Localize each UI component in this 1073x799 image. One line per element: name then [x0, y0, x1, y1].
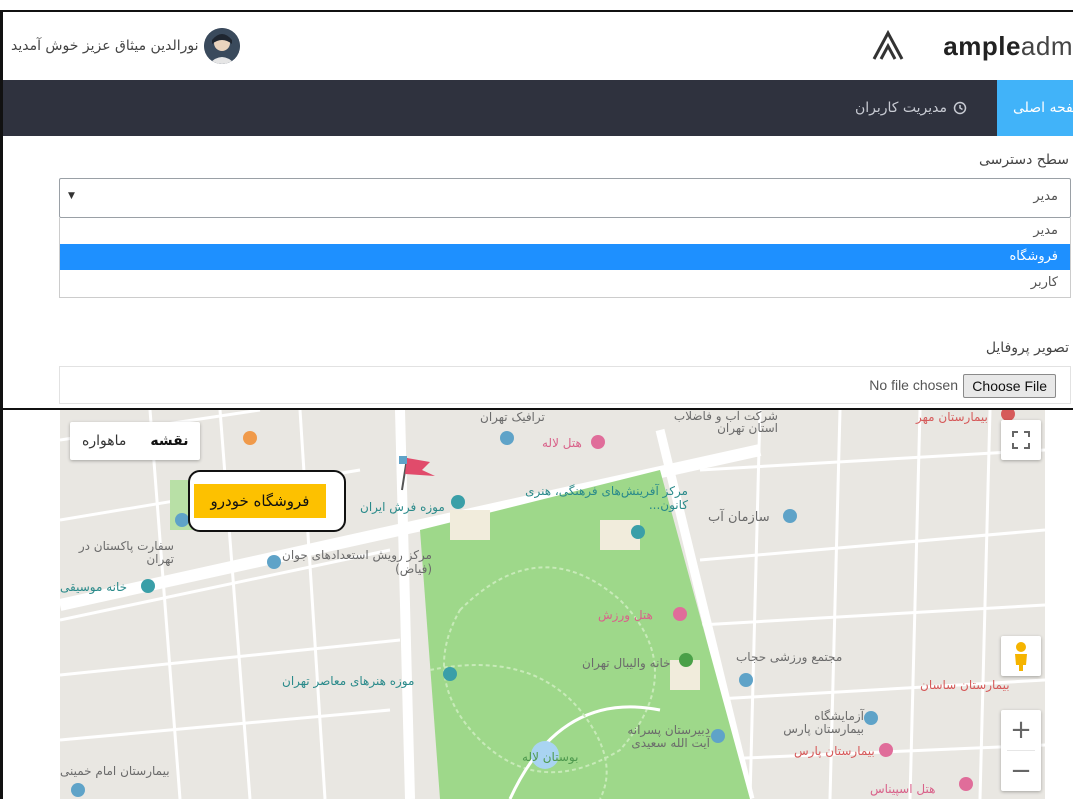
- clock-icon: [953, 101, 967, 115]
- user-avatar-icon: [204, 28, 241, 64]
- brand-name: ampleadm: [943, 31, 1073, 62]
- access-level-select[interactable]: مدیر ▼: [59, 178, 1071, 218]
- brand[interactable]: ampleadm: [871, 26, 1073, 66]
- topbar: نورالدین میثاق عزیز خوش آمدید ampleadm: [3, 12, 1073, 80]
- place-label: مرکز آفرینش‌های فرهنگی، هنری کانون...: [525, 484, 688, 512]
- place-label: بیمارستان ساسان: [920, 678, 1010, 692]
- select-arrow-icon: ▼: [68, 191, 75, 201]
- nav-item-users-label: مدیریت کاربران: [854, 100, 948, 116]
- user-greeting: نورالدین میثاق عزیز خوش آمدید: [11, 38, 199, 54]
- place-label: بیمارستان پارس: [794, 744, 875, 758]
- user-menu[interactable]: نورالدین میثاق عزیز خوش آمدید: [11, 26, 241, 66]
- zoom-control: + −: [1001, 710, 1041, 791]
- place-label: هتل اسپیناس: [870, 782, 936, 796]
- plus-icon: +: [1010, 715, 1032, 745]
- fullscreen-button[interactable]: [1001, 420, 1041, 460]
- nav-item-home-label: صفحه اصلی: [1012, 100, 1073, 116]
- profile-image-label: تصویر پروفایل: [985, 340, 1069, 356]
- brand-bold: ample: [943, 30, 1021, 61]
- place-label: بوستان لاله: [522, 750, 579, 764]
- place-label: هتل لاله: [542, 436, 582, 450]
- file-status: No file chosen: [869, 377, 958, 393]
- place-label: خانه والیبال تهران: [582, 656, 671, 670]
- access-level-value: مدیر: [1033, 189, 1058, 204]
- map[interactable]: ترافیک تهران شرکت آب و فاضلاب استان تهرا…: [60, 410, 1045, 799]
- pegman-icon: [1015, 642, 1027, 671]
- option-manager[interactable]: مدیر: [60, 218, 1070, 244]
- place-label: مجتمع ورزشی حجاب: [736, 650, 843, 664]
- place-label: هتل ورزش: [598, 608, 653, 622]
- map-background: [60, 410, 1045, 799]
- access-level-label: سطح دسترسی: [978, 152, 1069, 168]
- profile-image-input[interactable]: Choose File No file chosen: [59, 366, 1071, 404]
- place-label: سازمان آب: [708, 510, 770, 525]
- marker-label: فروشگاه خودرو: [194, 484, 326, 518]
- fullscreen-icon: [1012, 431, 1030, 449]
- map-type-control: نقشه ماهواره: [70, 422, 201, 460]
- place-label: دبیرستان پسرانه آیت الله سعیدی: [627, 723, 710, 750]
- place-label: سفارت پاکستان در تهران: [78, 539, 174, 566]
- main-navbar: مدیریت کاربران صفحه اصلی: [3, 80, 1073, 136]
- map-type-map-button[interactable]: نقشه: [138, 422, 200, 460]
- zoom-in-button[interactable]: +: [1001, 710, 1041, 750]
- user-form: سطح دسترسی مدیر ▼ مدیر فروشگاه کاربر تصو…: [3, 136, 1073, 408]
- option-store[interactable]: فروشگاه: [60, 244, 1070, 270]
- place-label: موزه هنرهای معاصر تهران: [282, 674, 415, 688]
- nav-item-users[interactable]: مدیریت کاربران: [825, 80, 997, 136]
- place-label: ترافیک تهران: [480, 410, 545, 424]
- place-label: آزمایشگاه بیمارستان پارس: [783, 709, 864, 736]
- place-label: خانه موسیقی: [60, 580, 128, 594]
- avatar[interactable]: [204, 28, 241, 64]
- street-view-button[interactable]: [1001, 636, 1041, 676]
- place-label: بیمارستان امام خمینی: [60, 764, 170, 778]
- choose-file-button[interactable]: Choose File: [963, 374, 1056, 398]
- option-user[interactable]: کاربر: [60, 270, 1070, 296]
- minus-icon: −: [1010, 756, 1032, 786]
- place-label: شرکت آب و فاضلاب استان تهران: [673, 410, 778, 435]
- place-label: بیمارستان مهر: [916, 410, 988, 424]
- access-level-options: مدیر فروشگاه کاربر: [59, 218, 1071, 298]
- brand-light: adm: [1020, 30, 1073, 61]
- marker-callout[interactable]: فروشگاه خودرو: [188, 470, 346, 532]
- place-label: مرکز رویش استعدادهای جوان (فیاض): [282, 548, 432, 576]
- brand-logo-icon: [872, 29, 904, 60]
- map-type-satellite-button[interactable]: ماهواره: [70, 422, 138, 460]
- zoom-out-button[interactable]: −: [1001, 751, 1041, 791]
- place-label: موزه فرش ایران: [360, 500, 445, 514]
- nav-item-home[interactable]: صفحه اصلی: [997, 80, 1073, 136]
